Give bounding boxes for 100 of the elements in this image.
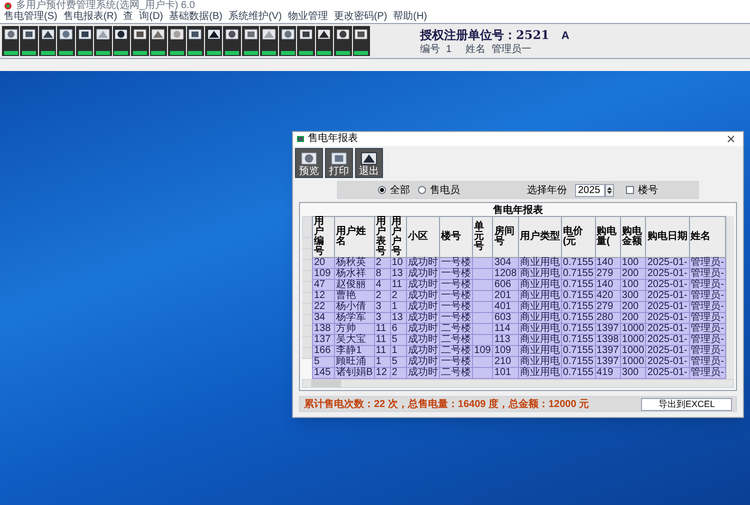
- year-field[interactable]: 2025: [575, 184, 605, 196]
- toolbar-button[interactable]: [76, 26, 94, 56]
- label-strip-icon: [280, 51, 295, 55]
- app-logo-icon: [4, 2, 12, 10]
- toolbar-button[interactable]: [260, 26, 278, 56]
- label-strip-icon: [206, 51, 221, 55]
- menu-item[interactable]: 系统维护(V): [228, 11, 282, 23]
- toolbar-picture-icon: [261, 28, 277, 41]
- name-value: 管理员一: [492, 44, 532, 56]
- menu-item[interactable]: 查: [123, 11, 134, 23]
- label-strip-icon: [244, 51, 258, 55]
- toolbar-picture-icon: [150, 28, 166, 41]
- toolbar-button[interactable]: [112, 26, 130, 56]
- checkbox[interactable]: [626, 186, 634, 194]
- column-header[interactable]: 用户姓名: [334, 216, 374, 258]
- toolbar-picture-icon: [76, 28, 92, 41]
- column-header[interactable]: 用户编号: [312, 216, 335, 258]
- auth-flag-label: A: [561, 28, 570, 44]
- label-strip-icon: [4, 51, 18, 55]
- dialog-tool-button[interactable]: 预览: [295, 148, 323, 178]
- label-strip-icon: [336, 51, 350, 55]
- corner-header: [302, 216, 312, 238]
- column-header[interactable]: 楼号: [440, 216, 473, 258]
- column-header[interactable]: 用户类型: [518, 216, 562, 258]
- toolbar-picture-icon: [132, 28, 148, 41]
- toolbar-button[interactable]: [168, 26, 186, 56]
- label-strip-icon: [151, 51, 166, 55]
- radio-label: 全部: [390, 184, 410, 198]
- toolbar-button[interactable]: [278, 26, 296, 56]
- toolbar-picture-icon: [224, 28, 240, 41]
- radio-button[interactable]: [378, 186, 386, 194]
- menu-item[interactable]: 更改密码(P): [334, 11, 388, 23]
- spinner-icon[interactable]: [605, 184, 614, 196]
- toolbar-button[interactable]: [242, 26, 260, 56]
- menu-item[interactable]: 基础数据(B): [169, 11, 222, 23]
- toolbar-picture-icon: [242, 28, 258, 41]
- column-header[interactable]: 购电日期: [646, 216, 690, 258]
- toolbar-picture-icon: [316, 28, 332, 41]
- column-header[interactable]: 用户户号: [390, 216, 407, 258]
- toolbar-button[interactable]: [94, 26, 112, 56]
- column-header[interactable]: 房间号: [492, 216, 518, 258]
- menu-item[interactable]: 物业管理: [288, 11, 328, 23]
- label-strip-icon: [59, 51, 74, 55]
- toolbar-picture-icon: [206, 28, 222, 41]
- toolbar-button[interactable]: [20, 26, 38, 56]
- auth-title: 授权注册单位号：2521: [420, 26, 550, 44]
- label-strip-icon: [354, 51, 368, 55]
- column-header[interactable]: 购电金额: [620, 216, 646, 258]
- column-header[interactable]: 用户表号: [374, 216, 390, 258]
- toolbar-button[interactable]: [2, 26, 20, 56]
- toolbar-button[interactable]: [38, 26, 56, 56]
- toolbar-button[interactable]: [204, 26, 222, 56]
- toolbar-picture-icon: [298, 151, 320, 166]
- toolbar-picture-icon: [169, 28, 184, 41]
- menu-item[interactable]: 售电报表(R): [63, 11, 118, 23]
- radio-button[interactable]: [418, 186, 426, 194]
- label-strip-icon: [188, 51, 202, 55]
- toolbar-picture-icon: [58, 28, 74, 41]
- summary-text: 累计售电次数：22 次，总售电量：16409 度，总金额：12000 元: [304, 397, 590, 412]
- toolbar-picture-icon: [298, 28, 314, 41]
- toolbar-button[interactable]: [131, 26, 149, 56]
- dialog-title: 售电年报表: [308, 133, 359, 145]
- dialog-tool-button[interactable]: 打印: [325, 148, 353, 178]
- toolbar-picture-icon: [358, 151, 380, 166]
- label-strip-icon: [22, 51, 36, 55]
- toolbar-picture-icon: [328, 151, 350, 166]
- toolbar-button[interactable]: [223, 26, 241, 56]
- id-label: 编号: [420, 44, 440, 56]
- toolbar-button[interactable]: [297, 26, 315, 56]
- menu-item[interactable]: 帮助(H): [393, 11, 428, 23]
- toolbar-picture-icon: [114, 28, 130, 41]
- column-header[interactable]: 单元号: [472, 216, 493, 258]
- label-strip-icon: [132, 51, 147, 55]
- column-header[interactable]: 电价(元: [561, 216, 595, 258]
- toolbar-button[interactable]: [186, 26, 204, 56]
- toolbar-picture-icon: [21, 28, 37, 41]
- export-button[interactable]: 导出到EXCEL: [641, 398, 732, 410]
- label-strip-icon: [114, 51, 128, 55]
- scrollbar-thumb[interactable]: [311, 380, 341, 387]
- column-header[interactable]: 购电量(: [595, 216, 620, 258]
- toolbar-button[interactable]: [352, 26, 370, 56]
- toolbar-picture-icon: [335, 28, 351, 41]
- year-label: 选择年份: [527, 184, 567, 198]
- name-label: 姓名: [466, 44, 486, 56]
- toolbar-picture-icon: [95, 28, 111, 41]
- dialog-tool-button[interactable]: 退出: [355, 148, 383, 178]
- menu-item[interactable]: 询(D): [139, 11, 164, 23]
- toolbar-button[interactable]: [334, 26, 352, 56]
- toolbar-button[interactable]: [150, 26, 168, 56]
- label-strip-icon: [317, 51, 332, 55]
- label-strip-icon: [262, 51, 276, 55]
- column-header[interactable]: 姓名: [689, 216, 726, 258]
- radio-label: 售电员: [430, 184, 460, 198]
- close-icon: [727, 135, 735, 143]
- id-value: 1: [446, 44, 452, 56]
- toolbar-button[interactable]: [316, 26, 334, 56]
- menu-item[interactable]: 售电管理(S): [4, 11, 58, 23]
- column-header[interactable]: 小区: [406, 216, 440, 258]
- label-strip-icon: [298, 51, 313, 55]
- toolbar-button[interactable]: [57, 26, 75, 56]
